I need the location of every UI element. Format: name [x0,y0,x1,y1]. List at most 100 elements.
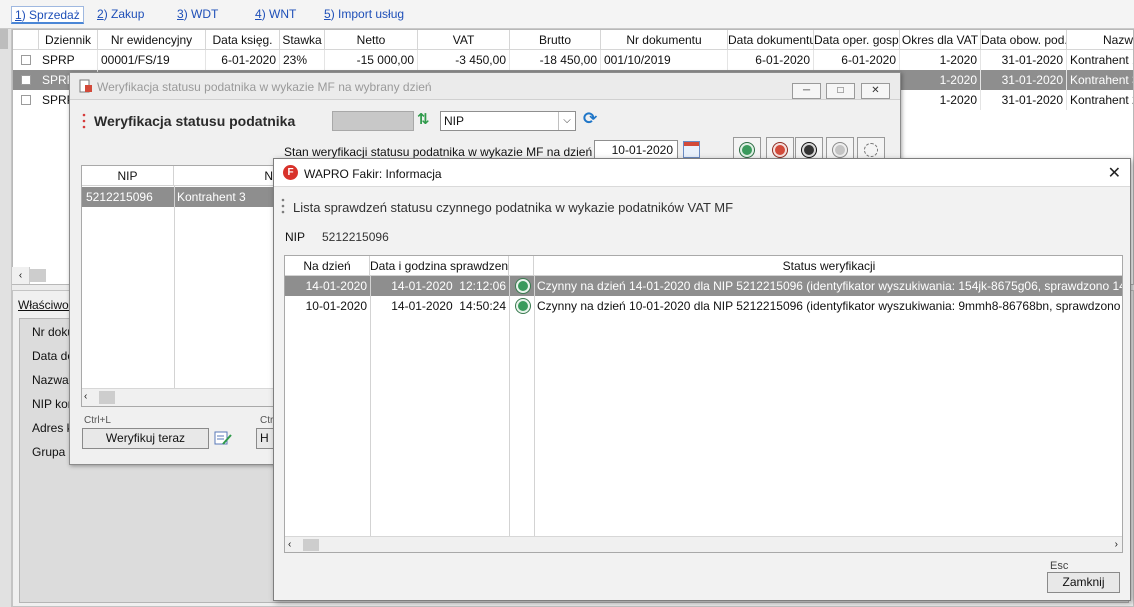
calendar-icon[interactable] [683,141,700,158]
grid-divider [509,276,510,536]
row-checkbox[interactable] [21,95,31,105]
grid-header-nazwa[interactable]: Nazw [1067,30,1133,50]
gray-dot-icon [833,143,847,157]
grid-divider [534,276,535,536]
tab-wdt[interactable]: 3) WDT [174,6,221,24]
cell-data-ksieg: 6-01-2020 [206,50,280,70]
verify-date-label: Stan weryfikacji statusu podatnika w wyk… [284,145,593,159]
list-divider [174,186,175,388]
grid-divider [370,276,371,536]
black-dot-icon [802,143,816,157]
scrollbar-thumb[interactable] [30,269,46,282]
grid-header-nr-dokumentu[interactable]: Nr dokumentu [601,30,728,50]
app-logo-icon: F [283,165,298,180]
shortcut-hint-other: Ctr [260,415,274,426]
module-tabs: 1) Sprzedaż 2) Zakup 3) WDT 4) WNT 5) Im… [0,0,1134,29]
cell-dziennik: SPRP [39,50,98,70]
table-row[interactable]: SPRP 00001/FS/19 6-01-2020 23% -15 000,0… [13,50,1134,70]
cell-data-oper: 6-01-2020 [814,50,900,70]
cell-na-dzien: 10-01-2020 [305,299,367,313]
green-dot-icon [740,143,754,157]
list-item-name: Kontrahent 3 [177,190,246,204]
minimize-button[interactable]: ─ [792,83,821,99]
grid-header-okres-vat[interactable]: Okres dla VAT [900,30,981,50]
cell-okres-vat: 1-2020 [900,90,981,110]
tab-zakup[interactable]: 2) Zakup [94,6,147,24]
tab-import-label: ) Import usług [330,7,405,21]
grid-header-na-dzien[interactable]: Na dzień [285,256,370,276]
cell-data-godzina: 14-01-2020 12:12:06 [391,279,506,293]
properties-title[interactable]: Właściwoś [18,298,75,312]
verify-dialog-titlebar[interactable]: Weryfikacja statusu podatnika w wykazie … [70,73,900,100]
scroll-left-arrow[interactable]: ‹ [84,391,87,402]
scroll-left-arrow[interactable]: ‹ [288,539,291,550]
grid-header-stawka[interactable]: Stawka [280,30,325,50]
scrollbar-thumb[interactable] [99,391,115,404]
drag-handle-icon [82,113,86,129]
shortcut-hint-verify: Ctrl+L [84,415,111,426]
grid-header-vat[interactable]: VAT [418,30,510,50]
refresh-icon[interactable]: ⟳ [583,109,597,129]
scroll-right-arrow[interactable]: › [1115,539,1118,550]
cell-brutto: -18 450,00 [510,50,601,70]
grid-header-nr-ewidencyjny[interactable]: Nr ewidencyjny [98,30,206,50]
close-button[interactable]: ✕ [861,83,890,99]
left-strip-marker [0,29,8,49]
tab-sprzedaz[interactable]: 1) Sprzedaż [11,6,84,24]
document-icon [79,79,92,93]
esc-shortcut-hint: Esc [1050,560,1069,572]
verify-dialog-heading: Weryfikacja statusu podatnika [94,113,296,129]
verify-now-button[interactable]: Weryfikuj teraz [82,428,209,449]
grid-header-data-ksieg[interactable]: Data księg. [206,30,280,50]
scroll-left-arrow[interactable]: ‹ [12,267,30,284]
cell-nr-dokumentu: 001/10/2019 [601,50,728,70]
grid-header-data-dokumentu[interactable]: Data dokumentu [728,30,814,50]
search-by-combo[interactable]: NIP ⌵ [440,111,576,131]
tab-wnt[interactable]: 4) WNT [252,6,299,24]
row-checkbox[interactable] [21,55,31,65]
maximize-button[interactable]: □ [826,83,855,99]
cell-netto: -15 000,00 [325,50,418,70]
list-scrollbar[interactable]: ‹ [82,388,277,406]
left-strip [0,29,12,607]
grid-header-data-oper[interactable]: Data oper. gosp. [814,30,900,50]
list-item[interactable]: 5212215096 Kontrahent 3 [82,187,277,207]
checks-grid[interactable]: Na dzień Data i godzina sprawdzenia Stat… [284,255,1123,553]
sort-arrows-icon[interactable]: ⇅ [417,110,430,128]
drag-handle-icon [281,198,285,214]
tab-import-uslug[interactable]: 5) Import usług [321,6,407,24]
tab-wnt-key: 4 [255,7,262,21]
cell-nazwa: Kontrahent 1 [1070,53,1134,67]
edit-list-icon[interactable] [214,430,232,446]
table-row[interactable]: 10-01-2020 14-01-2020 14:50:24 Czynny na… [285,296,1122,316]
list-header-nip[interactable]: NIP [82,166,174,186]
taxpayer-list[interactable]: NIP N 5212215096 Kontrahent 3 ‹ [81,165,277,407]
close-dialog-button[interactable]: Zamknij [1047,572,1120,593]
close-icon[interactable]: ✕ [1108,163,1121,183]
table-row[interactable]: 14-01-2020 14-01-2020 12:12:06 Czynny na… [285,276,1122,296]
grid-header-brutto[interactable]: Brutto [510,30,601,50]
grid-scrollbar[interactable]: ‹ › [285,536,1122,552]
scrollbar-thumb[interactable] [303,539,319,551]
cell-data-obow: 31-01-2020 [981,50,1067,70]
grid-header-dziennik[interactable]: Dziennik [39,30,98,50]
cell-okres-vat: 1-2020 [900,50,981,70]
verify-date-field[interactable]: 10-01-2020 [594,140,678,160]
search-input[interactable] [332,111,414,131]
cell-na-dzien: 14-01-2020 [305,279,367,293]
grid-header-data-godzina[interactable]: Data i godzina sprawdzenia [370,256,517,276]
info-dialog-titlebar[interactable]: F WAPRO Fakir: Informacja ✕ [274,159,1130,187]
nip-value: 5212215096 [322,230,389,244]
chevron-down-icon[interactable]: ⌵ [558,112,575,130]
search-by-value: NIP [444,114,465,128]
list-header-name[interactable]: N [174,166,277,186]
row-checkbox[interactable] [21,75,31,85]
tab-sprzedaz-key: 1 [15,8,22,22]
grid-header-netto[interactable]: Netto [325,30,418,50]
grid-header-data-obow[interactable]: Data obow. pod. [981,30,1067,50]
grid-header-status[interactable]: Status weryfikacji [534,256,1122,276]
tab-wdt-key: 3 [177,7,184,21]
tab-zakup-label: ) Zakup [103,7,145,21]
grid-header-status-icon[interactable] [509,256,534,276]
nip-label: NIP [285,230,306,244]
